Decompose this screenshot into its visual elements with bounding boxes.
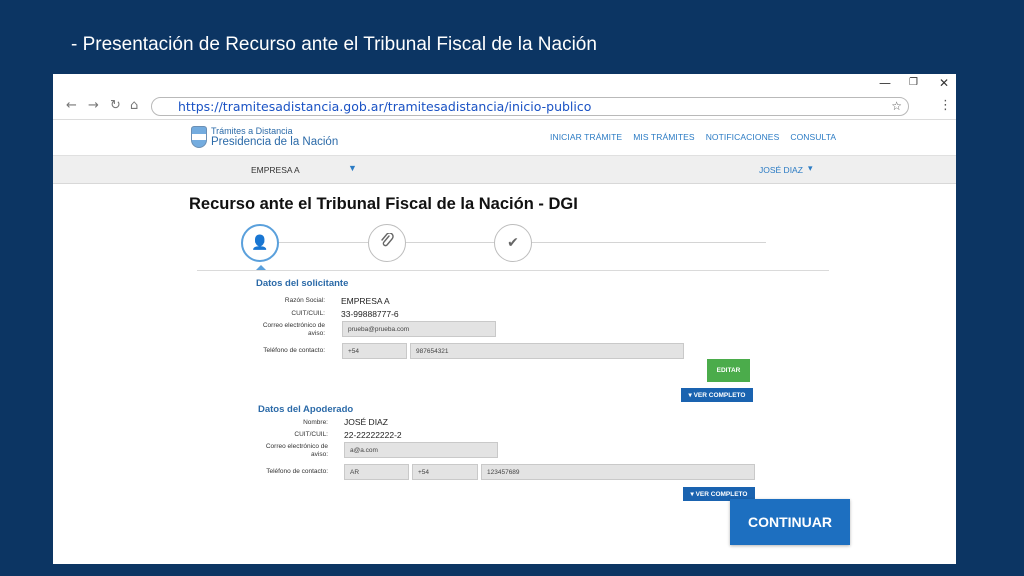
chevron-down-icon[interactable]: ▾ [808,163,813,174]
label-razon-social: Razón Social: [284,297,325,304]
value-cuit-solicitante: 33-99888777-6 [341,309,399,319]
step-adjuntos[interactable] [368,224,406,262]
reload-icon[interactable]: ↻ [110,98,121,114]
browser-menu-icon[interactable]: ⋮ [939,98,952,113]
check-icon: ✔ [507,235,519,251]
label-email-apoderado: Correo electrónico de aviso: [265,443,328,458]
browser-toolbar: ← → ↻ ⌂ https://tramitesadistancia.gob.a… [53,94,956,120]
email-field-apoderado[interactable]: a@a.com [344,442,498,458]
paperclip-icon [380,232,394,253]
home-icon[interactable]: ⌂ [130,98,138,114]
phone-country-field-apoderado[interactable]: AR [344,464,409,480]
value-cuit-apoderado: 22-22222222-2 [344,430,402,440]
top-navigation: INICIAR TRÁMITE MIS TRÁMITES NOTIFICACIO… [550,132,836,142]
step-solicitante[interactable]: 👤 [241,224,279,262]
nav-mis-tramites[interactable]: MIS TRÁMITES [633,132,695,142]
label-nombre-apoderado: Nombre: [303,419,328,426]
site-logo[interactable]: Trámites a Distancia Presidencia de la N… [191,126,338,148]
label-telefono-apoderado: Teléfono de contacto: [266,468,328,475]
browser-window: — ❐ ✕ ← → ↻ ⌂ https://tramitesadistancia… [53,74,956,564]
phone-number-field-solicitante[interactable]: 987654321 [410,343,684,359]
section-title-solicitante: Datos del solicitante [256,278,349,289]
label-cuit-solicitante: CUIT/CUIL: [291,310,325,317]
section-title-apoderado: Datos del Apoderado [258,404,354,415]
browser-titlebar: — ❐ ✕ [53,74,956,94]
phone-prefix-field-solicitante[interactable]: +54 [342,343,407,359]
minimize-icon[interactable]: — [879,76,891,90]
site-header: Trámites a Distancia Presidencia de la N… [53,120,956,156]
divider [197,270,829,271]
ver-completo-button-solicitante[interactable]: ▾ VER COMPLETO [681,388,753,402]
logo-title: Presidencia de la Nación [211,136,339,148]
label-telefono-solicitante: Teléfono de contacto: [263,347,325,354]
value-razon-social: EMPRESA A [341,296,390,306]
step-confirmacion[interactable]: ✔ [494,224,532,262]
phone-prefix-field-apoderado[interactable]: +54 [412,464,478,480]
slide-title: - Presentación de Recurso ante el Tribun… [71,34,597,55]
url-text[interactable]: https://tramitesadistancia.gob.ar/tramit… [178,99,591,114]
email-field-solicitante[interactable]: prueba@prueba.com [342,321,496,337]
bookmark-star-icon[interactable]: ☆ [891,99,902,113]
user-icon: 👤 [251,235,269,251]
maximize-icon[interactable]: ❐ [909,76,918,90]
nav-notificaciones[interactable]: NOTIFICACIONES [706,132,780,142]
label-email-solicitante: Correo electrónico de aviso: [262,322,325,337]
edit-button[interactable]: EDITAR [707,359,750,382]
argentina-shield-icon [191,126,207,148]
chevron-down-icon[interactable]: ▼ [348,163,357,173]
nav-consulta[interactable]: CONSULTA [790,132,836,142]
phone-number-field-apoderado[interactable]: 123457689 [481,464,755,480]
value-nombre-apoderado: JOSÉ DIAZ [344,417,388,427]
edit-button-label: EDITAR [716,367,741,374]
page-title: Recurso ante el Tribunal Fiscal de la Na… [189,195,578,213]
user-bar: EMPRESA A ▼ JOSÉ DIAZ ▾ [53,156,956,184]
company-selector[interactable]: EMPRESA A [251,165,300,175]
nav-iniciar-tramite[interactable]: INICIAR TRÁMITE [550,132,622,142]
forward-arrow-icon[interactable]: → [88,98,99,114]
address-bar[interactable]: https://tramitesadistancia.gob.ar/tramit… [151,97,909,116]
close-icon[interactable]: ✕ [939,76,949,90]
label-cuit-apoderado: CUIT/CUIL: [294,431,328,438]
back-arrow-icon[interactable]: ← [66,98,77,114]
user-menu[interactable]: JOSÉ DIAZ [759,165,803,175]
continue-button[interactable]: CONTINUAR [730,499,850,545]
